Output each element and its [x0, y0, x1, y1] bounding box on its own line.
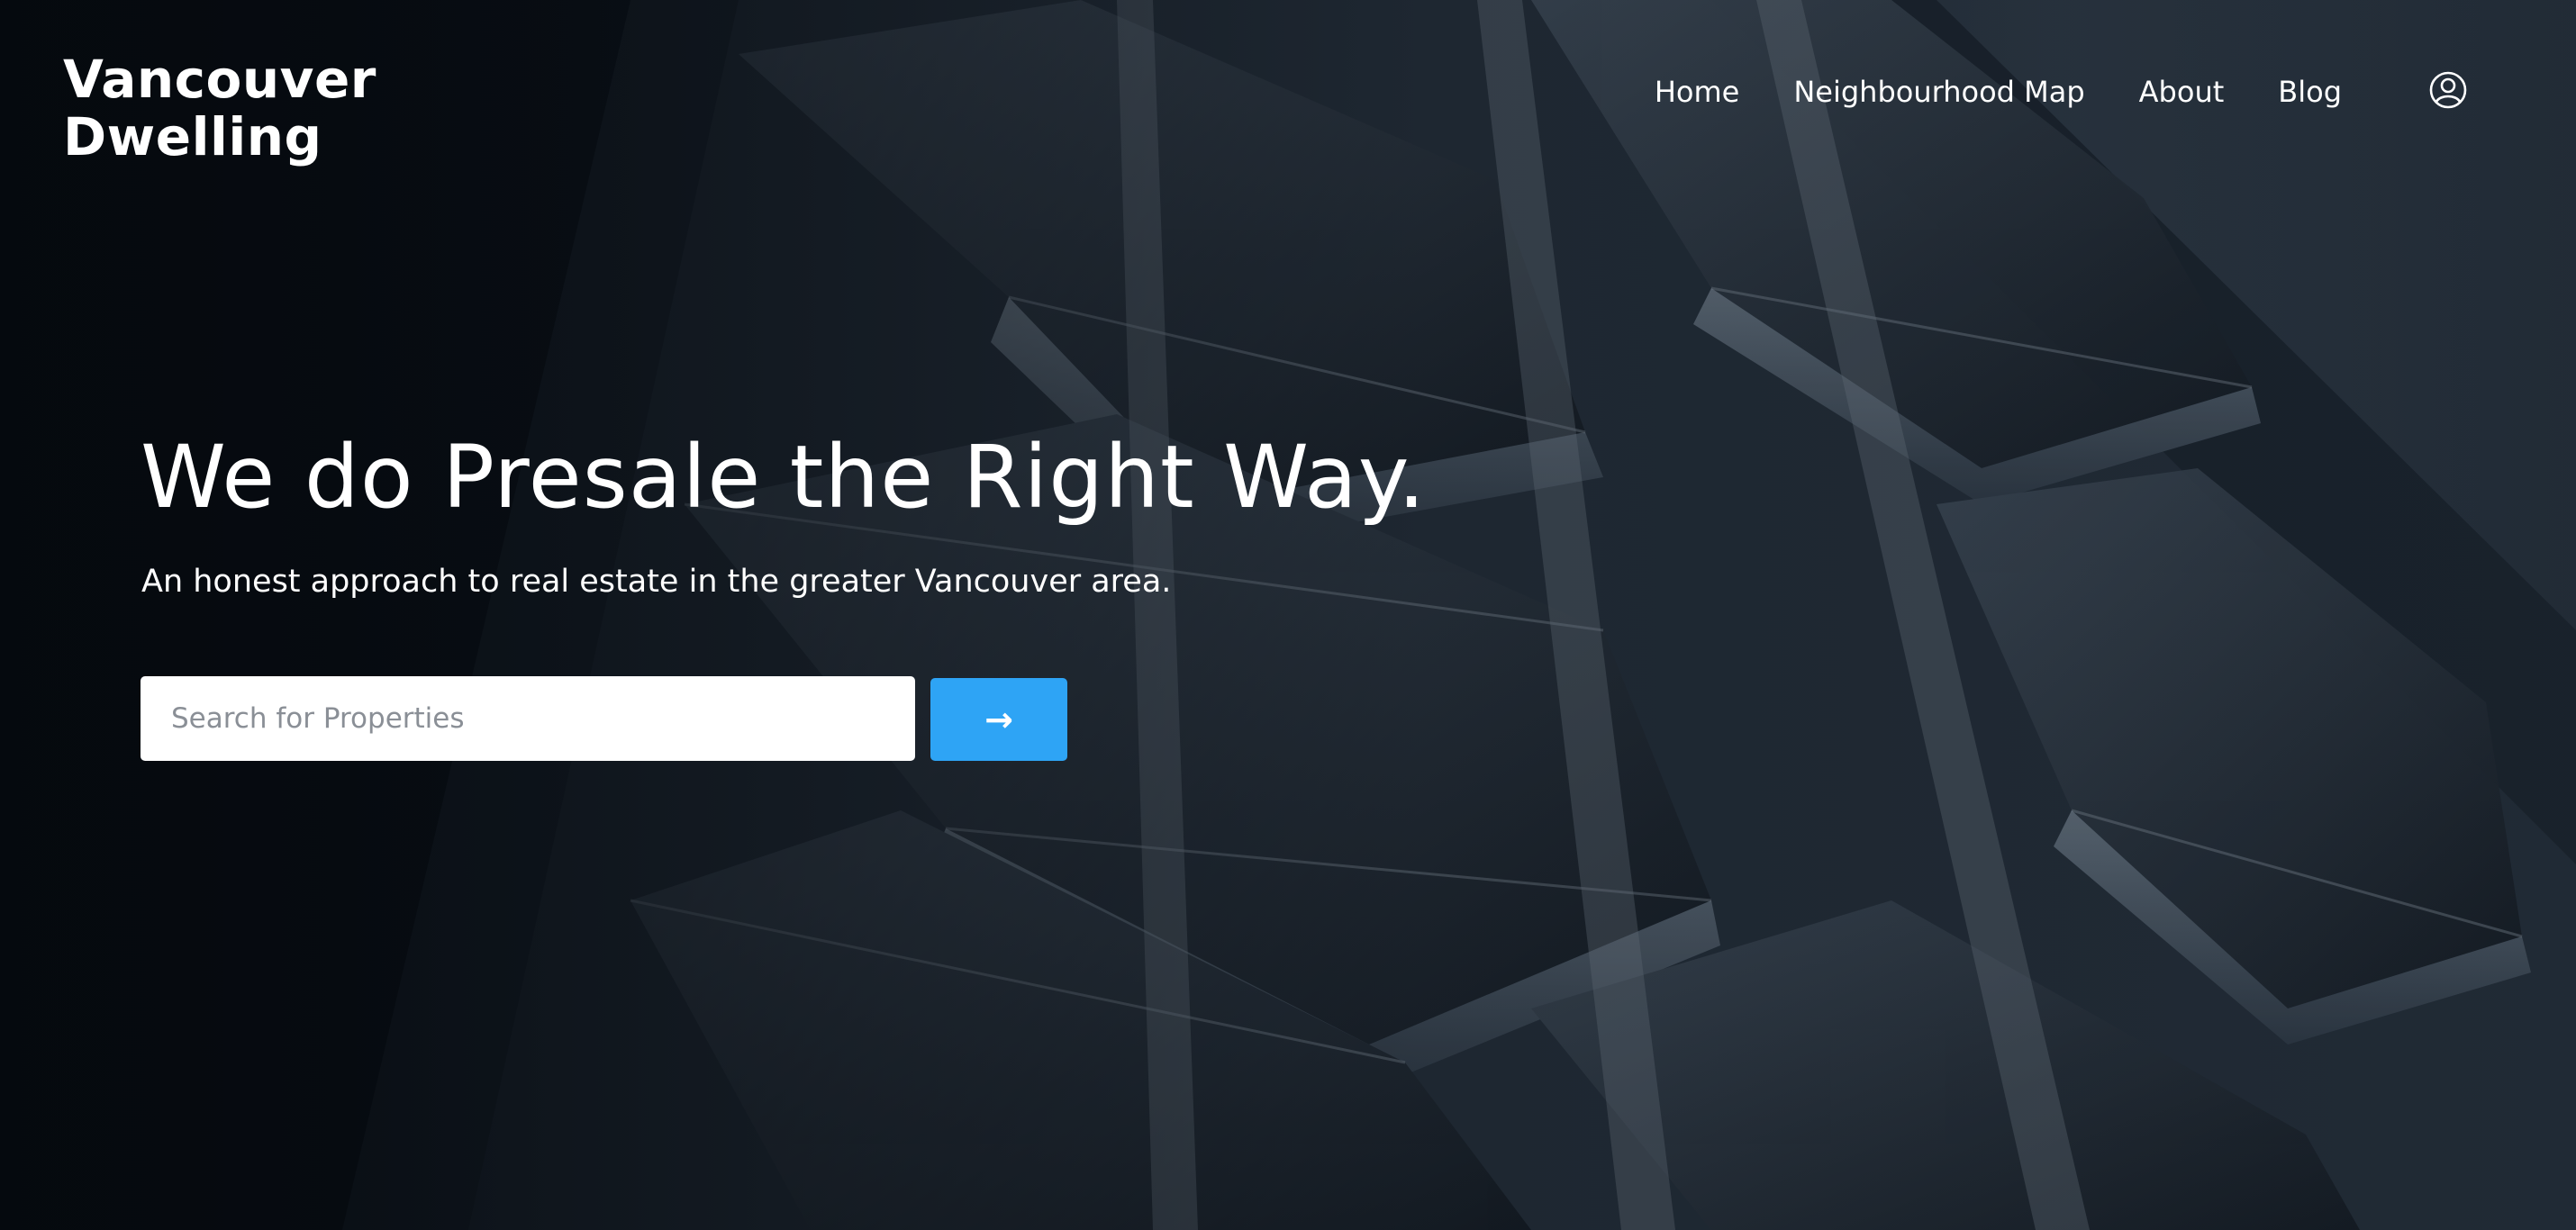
background-overlay: [0, 0, 2576, 1230]
property-search-input[interactable]: [141, 676, 915, 761]
hero-headline: We do Presale the Right Way.: [141, 427, 1427, 528]
nav-link-home[interactable]: Home: [1655, 72, 1740, 112]
logo-line-1: Vancouver: [63, 49, 376, 110]
hero-subheadline: An honest approach to real estate in the…: [141, 564, 1172, 600]
site-logo[interactable]: Vancouver Dwelling: [63, 50, 376, 166]
search-submit-button[interactable]: →: [930, 678, 1067, 761]
arrow-right-icon: →: [984, 700, 1013, 739]
nav-link-neighbourhood-map[interactable]: Neighbourhood Map: [1793, 72, 2084, 112]
logo-line-2: Dwelling: [63, 106, 322, 167]
hero-section: Vancouver Dwelling Home Neighbourhood Ma…: [0, 0, 2576, 1230]
account-button[interactable]: [2428, 70, 2468, 110]
user-circle-icon: [2429, 71, 2467, 109]
nav-link-about[interactable]: About: [2139, 72, 2225, 112]
main-nav: Home Neighbourhood Map About Blog: [1655, 72, 2342, 112]
nav-link-blog[interactable]: Blog: [2278, 72, 2342, 112]
